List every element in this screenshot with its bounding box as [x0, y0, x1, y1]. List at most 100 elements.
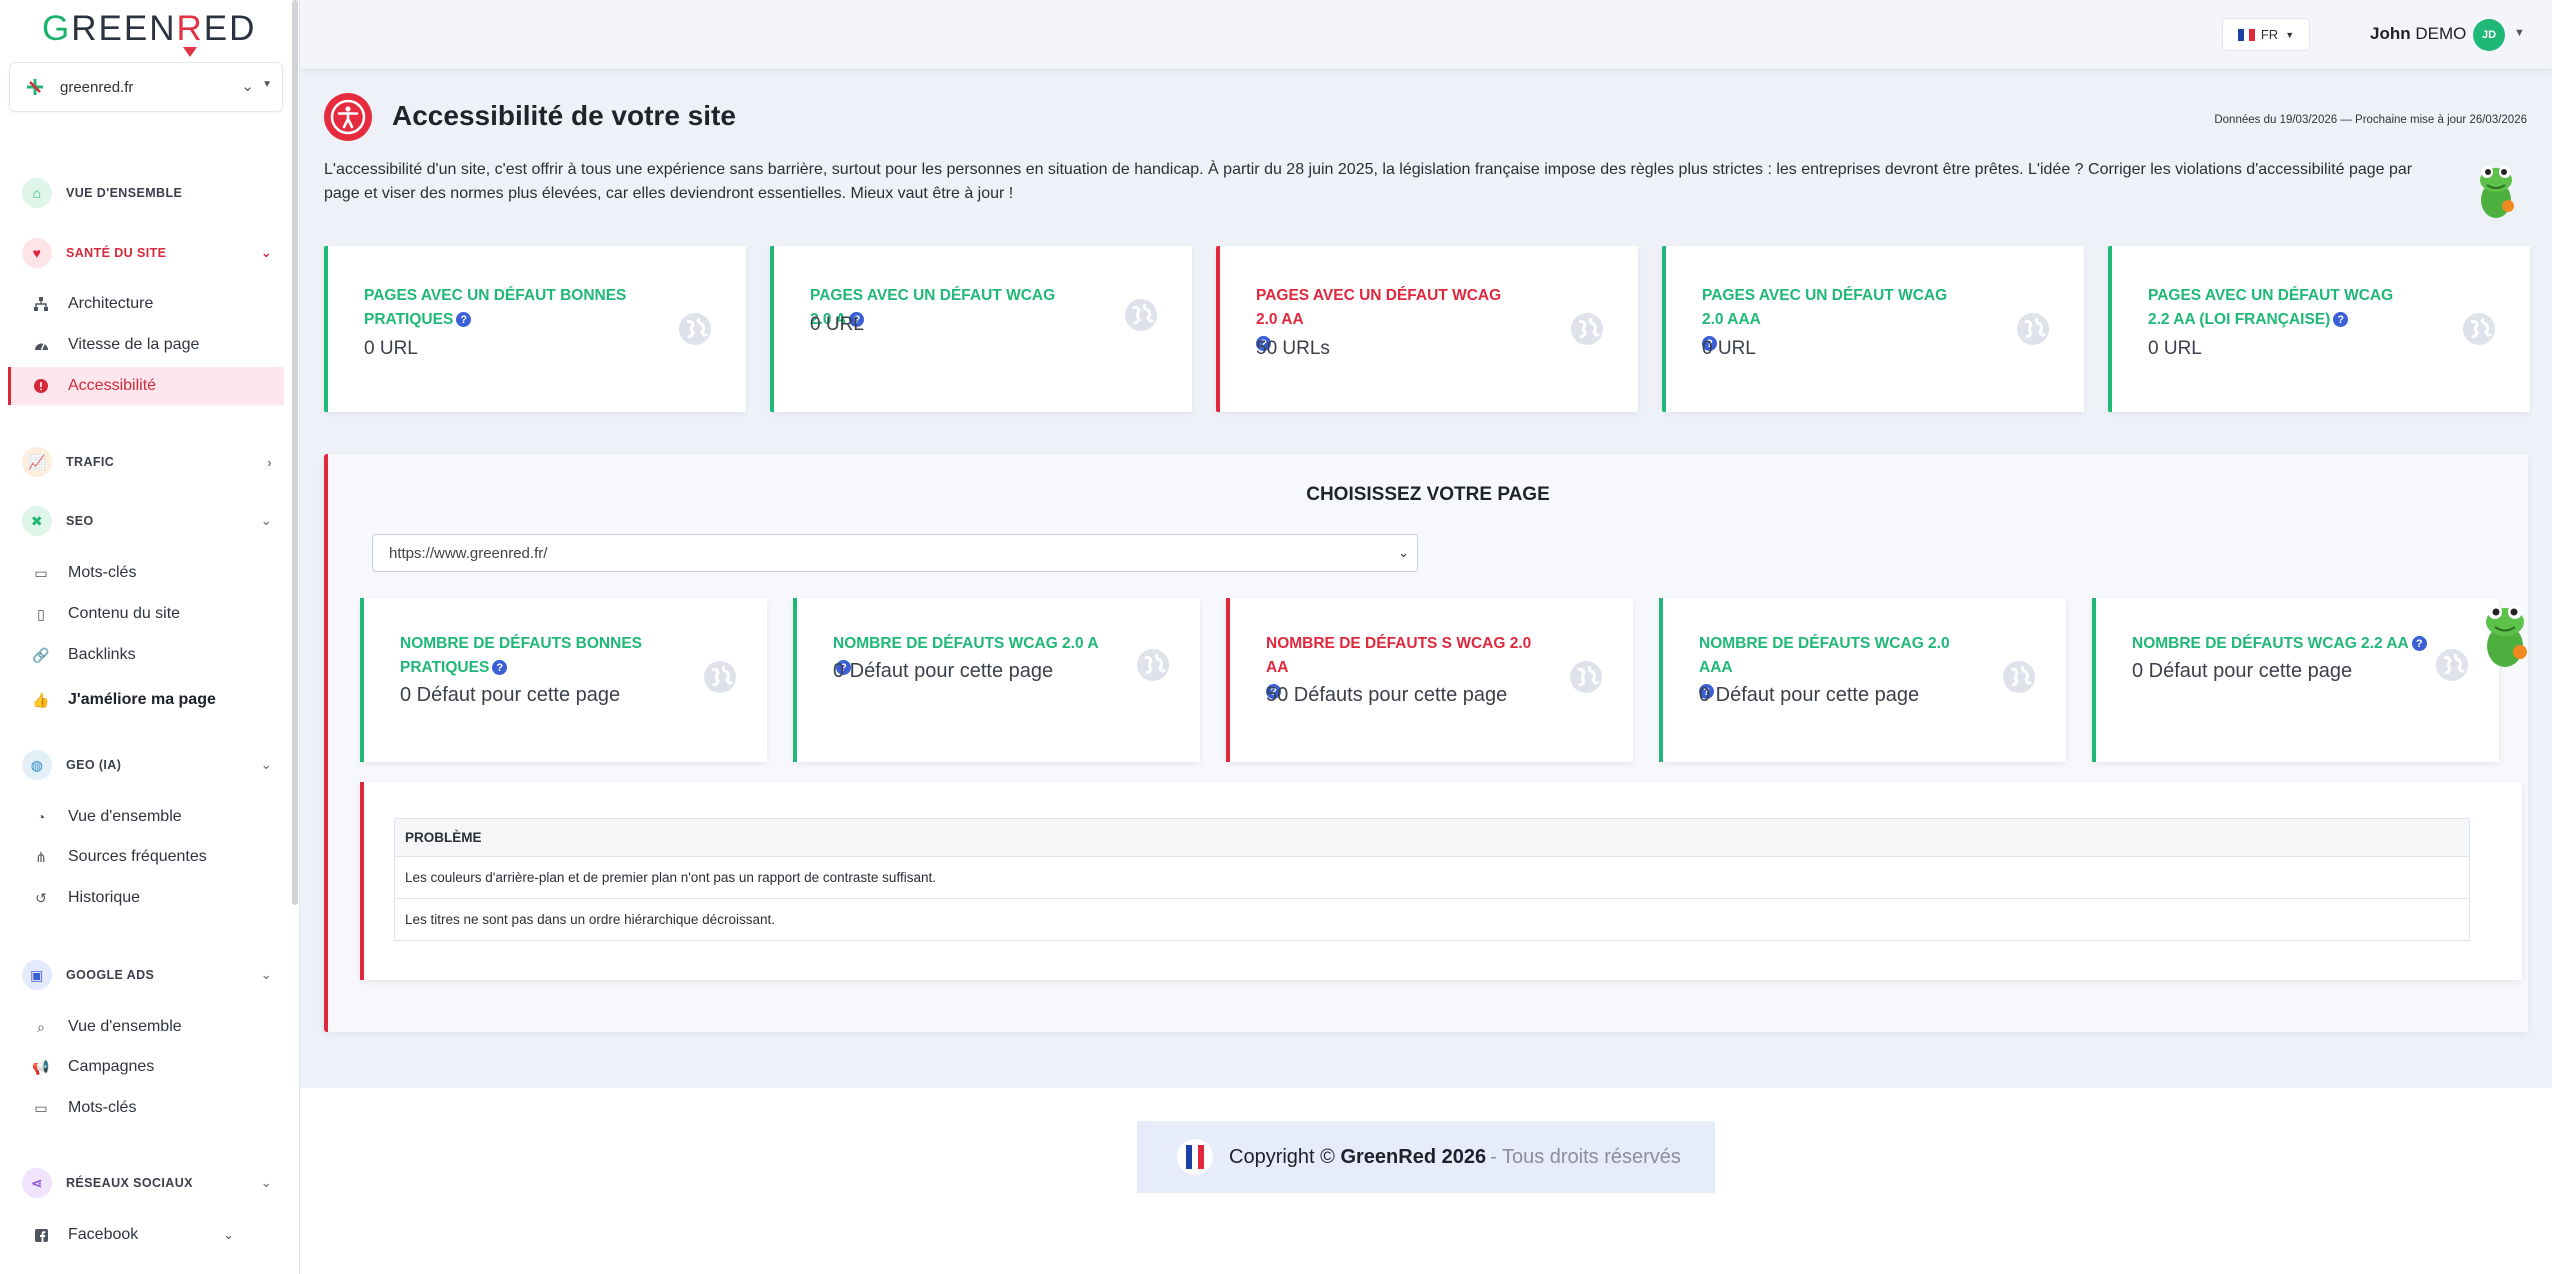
- copyright-suffix: - Tous droits réservés: [1490, 1145, 1681, 1168]
- nav-item-ads-keywords[interactable]: ▭ Mots-clés: [8, 1089, 284, 1127]
- nav-item-accessibility[interactable]: Accessibilité: [8, 367, 284, 405]
- kpi-value: 0 URL: [364, 338, 418, 359]
- nav-item-label: Mots-clés: [68, 1099, 137, 1116]
- nav-social[interactable]: ⋖ RÉSEAUX SOCIAUX ⌄: [22, 1168, 278, 1198]
- kpi-label: PAGES AVEC UN DÉFAUT BONNES PRATIQUES?: [364, 284, 634, 332]
- kpi-label-text: PAGES AVEC UN DÉFAUT BONNES PRATIQUES: [364, 287, 627, 328]
- user-last-name: DEMO: [2415, 24, 2467, 43]
- kpi-value: 0 Défaut pour cette page: [2132, 660, 2353, 682]
- thumbs-up-icon: 👍: [32, 691, 50, 708]
- help-icon[interactable]: ?: [492, 660, 508, 676]
- nav-seo-label: SEO: [66, 514, 94, 528]
- nav-google-ads[interactable]: ▣ GOOGLE ADS ⌄: [22, 960, 278, 990]
- help-icon[interactable]: ?: [2411, 636, 2427, 652]
- table-row: Les titres ne sont pas dans un ordre hié…: [394, 898, 2470, 941]
- nav-health-label: SANTÉ DU SITE: [66, 246, 167, 260]
- kpi-value: 0 URL: [1702, 338, 1756, 359]
- megaphone-icon: 📢: [32, 1058, 50, 1075]
- nav-item-geo-overview[interactable]: ◔ Vue d'ensemble: [8, 798, 284, 836]
- data-dates: Données du 19/03/2026 — Prochaine mise à…: [2214, 114, 2527, 126]
- chevron-down-icon: ⌄: [260, 513, 272, 528]
- nav-seo[interactable]: ✖ SEO ⌄: [22, 506, 278, 536]
- language-label: FR: [2260, 27, 2279, 42]
- globe-icon: [2436, 649, 2468, 681]
- nav-item-architecture[interactable]: Architecture: [8, 285, 284, 323]
- chevron-down-icon: ⌄: [260, 757, 272, 772]
- share-icon: ⋖: [22, 1168, 52, 1198]
- issues-card: PROBLÈME Les couleurs d'arrière-plan et …: [360, 782, 2522, 980]
- issue-cell: Les couleurs d'arrière-plan et de premie…: [394, 856, 2470, 899]
- nav-item-label: Facebook: [68, 1226, 139, 1243]
- site-selector[interactable]: greenred.fr ⌄ ▼: [9, 62, 283, 112]
- alert-circle-icon: [30, 379, 52, 393]
- user-first-name: John: [2370, 24, 2411, 43]
- issue-cell: Les titres ne sont pas dans un ordre hié…: [394, 898, 2470, 941]
- nav-item-page-speed[interactable]: Vitesse de la page: [8, 326, 284, 364]
- heart-pulse-icon: ♥: [22, 238, 52, 268]
- help-icon[interactable]: ?: [456, 312, 472, 328]
- avatar[interactable]: JD: [2473, 19, 2505, 51]
- kpi-label-text: PAGES AVEC UN DÉFAUT WCAG 2.0 AA: [1256, 287, 1502, 328]
- site-favicon-icon: [24, 76, 46, 98]
- globe-icon: [2003, 661, 2035, 693]
- kpi-label-text: NOMBRE DE DÉFAUTS WCAG 2.2 AA: [2132, 635, 2409, 652]
- kpi-label-text: NOMBRE DE DÉFAUTS WCAG 2.0 AAA: [1699, 635, 1950, 676]
- frog-mascot-icon: [2470, 160, 2522, 222]
- france-flag-icon: [2237, 28, 2255, 41]
- copyright-prefix: Copyright ©: [1229, 1145, 1335, 1168]
- accessibility-icon: [324, 93, 372, 141]
- frog-chat-assistant-icon[interactable]: [2476, 598, 2534, 670]
- user-name[interactable]: John DEMO: [2370, 24, 2466, 44]
- nav-item-label: Sources fréquentes: [68, 848, 207, 865]
- kpi-value: 50 Défauts pour cette page: [1266, 684, 1508, 706]
- topbar: FR ▼ John DEMO JD ▼: [300, 0, 2552, 70]
- nav-google-ads-label: GOOGLE ADS: [66, 968, 155, 982]
- column-header-problem: PROBLÈME: [394, 818, 2470, 857]
- kpi-label-text: PAGES AVEC UN DÉFAUT WCAG 2.2 AA (LOI FR…: [2148, 287, 2394, 328]
- nav-traffic[interactable]: 📈 TRAFIC ›: [22, 447, 278, 477]
- pie-chart-icon: ◔: [36, 809, 46, 825]
- nav-item-improve-page[interactable]: 👍 J'améliore ma page: [8, 681, 284, 719]
- nav-item-backlinks[interactable]: 🔗 Backlinks: [8, 636, 284, 674]
- page-kpi-wcag20aaa: NOMBRE DE DÉFAUTS WCAG 2.0 AAA? 0 Défaut…: [1659, 598, 2066, 762]
- page-analysis-panel: CHOISISSEZ VOTRE PAGE https://www.greenr…: [324, 454, 2528, 1032]
- page-kpi-wcag20aa: NOMBRE DE DÉFAUTS S WCAG 2.0 AA? 50 Défa…: [1226, 598, 1633, 762]
- nav-item-site-content[interactable]: ▯ Contenu du site: [8, 595, 284, 633]
- nav-item-label: Campagnes: [68, 1058, 155, 1075]
- nav-item-campaigns[interactable]: 📢 Campagnes: [8, 1048, 284, 1086]
- nav-item-history[interactable]: ↺ Historique: [8, 879, 284, 917]
- kpi-value: 50 URLs: [1256, 338, 1330, 359]
- nav-geo-label: GEO (IA): [66, 758, 122, 772]
- nav-item-label: Architecture: [68, 295, 154, 312]
- panel-title: CHOISISSEZ VOTRE PAGE: [1306, 484, 1550, 505]
- history-icon: ↺: [35, 889, 47, 906]
- nav-item-ads-overview[interactable]: ⌕ Vue d'ensemble: [8, 1008, 284, 1046]
- site-selector-value: greenred.fr: [60, 78, 134, 96]
- ad-icon: ▣: [22, 960, 52, 990]
- greenred-logo[interactable]: G REEN R ED: [42, 4, 256, 57]
- help-icon[interactable]: ?: [2333, 312, 2349, 328]
- kpi-value: 0 URL: [810, 314, 864, 335]
- link-icon: 🔗: [32, 646, 50, 663]
- nav-health[interactable]: ♥ SANTÉ DU SITE ⌄: [22, 238, 278, 268]
- nav-item-facebook[interactable]: Facebook ⌄: [8, 1216, 284, 1254]
- copyright-banner: Copyright © GreenRed 2026 - Tous droits …: [1137, 1121, 1715, 1193]
- kpi-card-wcag22aa: PAGES AVEC UN DÉFAUT WCAG 2.2 AA (LOI FR…: [2108, 246, 2530, 412]
- nav-item-label: J'améliore ma page: [68, 691, 216, 708]
- globe-icon: [1125, 299, 1157, 331]
- caret-down-icon[interactable]: ▼: [2514, 27, 2525, 39]
- sidebar-scrollbar[interactable]: [292, 0, 298, 905]
- nav-item-keywords[interactable]: ▭ Mots-clés: [8, 554, 284, 592]
- language-selector[interactable]: FR ▼: [2222, 18, 2310, 51]
- sitemap-icon: [30, 297, 52, 311]
- nav-item-frequent-sources[interactable]: ⋔ Sources fréquentes: [8, 838, 284, 876]
- table-row: Les couleurs d'arrière-plan et de premie…: [394, 856, 2470, 899]
- page-kpi-best-practices: NOMBRE DE DÉFAUTS BONNES PRATIQUES? 0 Dé…: [360, 598, 767, 762]
- nav-overview[interactable]: ⌂ VUE D'ENSEMBLE: [22, 178, 278, 208]
- kpi-label: PAGES AVEC UN DÉFAUT WCAG 2.2 AA (LOI FR…: [2148, 284, 2418, 332]
- nav-item-label: Accessibilité: [68, 377, 157, 394]
- nav-geo[interactable]: ◍ GEO (IA) ⌄: [22, 750, 278, 780]
- kpi-label-text: NOMBRE DE DÉFAUTS S WCAG 2.0 AA: [1266, 635, 1532, 676]
- kpi-value: 0 Défaut pour cette page: [400, 684, 621, 706]
- page-select[interactable]: https://www.greenred.fr/ ⌄: [372, 534, 1418, 572]
